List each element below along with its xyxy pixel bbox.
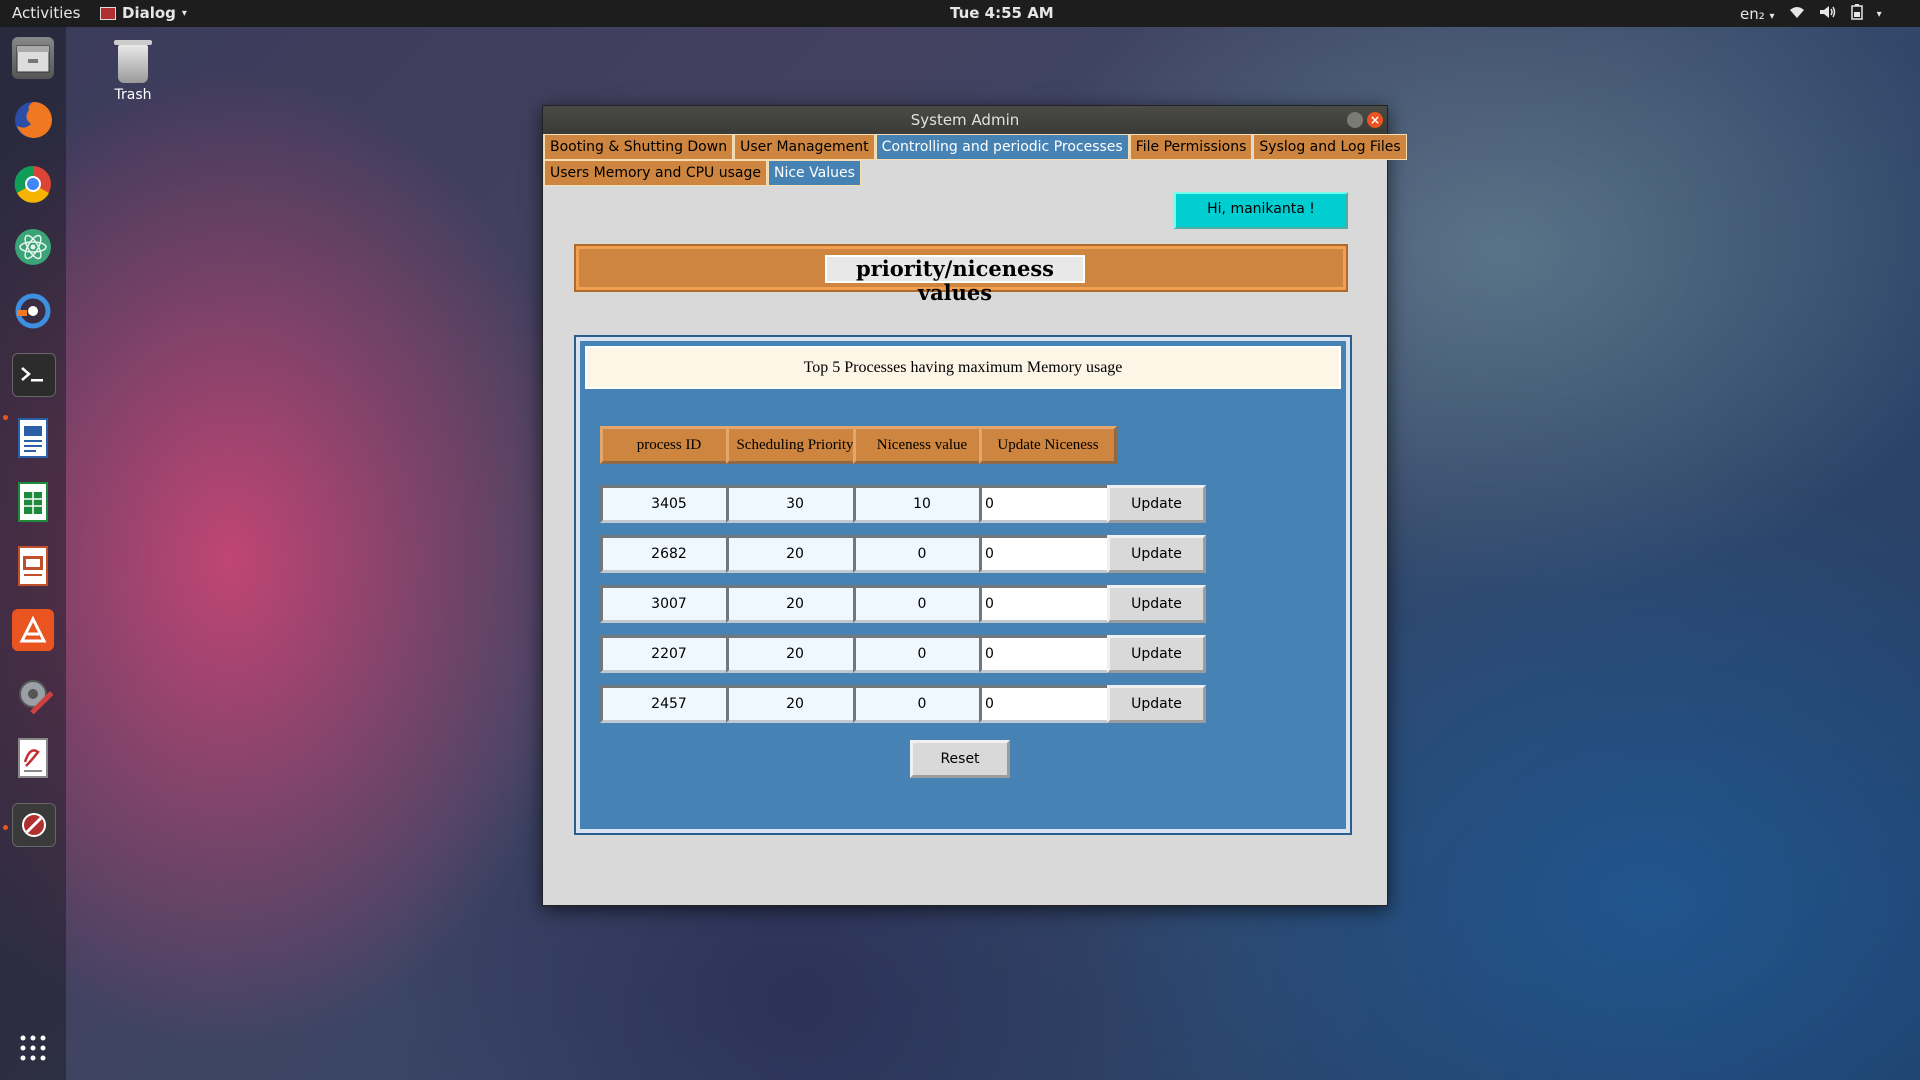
pid-cell: 2682	[600, 535, 738, 573]
update-button[interactable]: Update	[1107, 535, 1206, 573]
column-header-niceness: Niceness value	[853, 426, 991, 464]
panel-caption: Top 5 Processes having maximum Memory us…	[585, 346, 1341, 389]
pid-cell: 2207	[600, 635, 738, 673]
pid-cell: 3007	[600, 585, 738, 623]
chevron-down-icon: ▾	[181, 7, 187, 19]
niceness-input[interactable]	[979, 585, 1117, 623]
activities-button[interactable]: Activities	[12, 4, 80, 22]
blocked-app-icon[interactable]	[12, 803, 56, 847]
impress-icon[interactable]	[12, 545, 54, 587]
dock	[0, 27, 66, 1080]
top-bar: Activities Dialog ▾ Tue 4:55 AM en₂ ▾ ▾	[0, 0, 1920, 27]
niceness-input[interactable]	[979, 485, 1117, 523]
niceness-cell: 0	[853, 535, 991, 573]
column-header-update-niceness: Update Niceness	[979, 426, 1117, 464]
clock[interactable]: Tue 4:55 AM	[950, 4, 1054, 22]
chrome-icon[interactable]	[12, 163, 54, 205]
column-header-priority: Scheduling Priority	[726, 426, 864, 464]
system-tray[interactable]: en₂ ▾ ▾	[1740, 4, 1882, 24]
tab-memory-cpu[interactable]: Users Memory and CPU usage	[544, 160, 767, 186]
app-menu[interactable]: Dialog ▾	[100, 4, 187, 22]
niceness-cell: 0	[853, 585, 991, 623]
tab-row-sub: Users Memory and CPU usage Nice Values	[544, 160, 862, 186]
files-icon[interactable]	[12, 37, 54, 79]
pid-cell: 2457	[600, 685, 738, 723]
page-title: priority/niceness values	[825, 255, 1085, 305]
tab-booting[interactable]: Booting & Shutting Down	[544, 134, 734, 160]
trash-icon	[114, 40, 152, 83]
running-indicator	[3, 415, 8, 420]
settings-icon[interactable]	[12, 673, 54, 715]
close-icon[interactable]: ×	[1367, 112, 1383, 128]
update-button[interactable]: Update	[1107, 485, 1206, 523]
tab-file-permissions[interactable]: File Permissions	[1129, 134, 1253, 160]
process-panel: Top 5 Processes having maximum Memory us…	[574, 335, 1352, 835]
software-center-icon[interactable]	[12, 609, 54, 651]
priority-cell: 20	[726, 535, 864, 573]
dialog-app-icon	[100, 6, 116, 20]
priority-cell: 20	[726, 685, 864, 723]
trash-label: Trash	[114, 87, 152, 103]
terminal-icon[interactable]	[12, 353, 56, 397]
window-title: System Admin	[910, 111, 1020, 129]
update-button[interactable]: Update	[1107, 685, 1206, 723]
niceness-input[interactable]	[979, 535, 1117, 573]
trash-desktop-item[interactable]: Trash	[108, 40, 158, 103]
niceness-cell: 10	[853, 485, 991, 523]
niceness-input[interactable]	[979, 635, 1117, 673]
atom-icon[interactable]	[12, 226, 54, 268]
priority-cell: 20	[726, 635, 864, 673]
update-button[interactable]: Update	[1107, 635, 1206, 673]
battery-icon[interactable]	[1850, 4, 1863, 24]
greeting-button[interactable]: Hi, manikanta !	[1174, 192, 1348, 229]
calc-icon[interactable]	[12, 481, 54, 523]
tab-nice-values[interactable]: Nice Values	[768, 160, 861, 186]
tab-controlling-processes[interactable]: Controlling and periodic Processes	[875, 134, 1129, 160]
firefox-icon[interactable]	[12, 99, 54, 141]
volume-icon[interactable]	[1819, 5, 1837, 23]
minimize-icon[interactable]	[1347, 112, 1363, 128]
chevron-down-icon: ▾	[1769, 11, 1775, 22]
wifi-icon[interactable]	[1789, 5, 1805, 23]
system-admin-window: System Admin × Booting & Shutting Down U…	[542, 105, 1407, 906]
priority-cell: 20	[726, 585, 864, 623]
tab-row-main: Booting & Shutting Down User Management …	[544, 134, 1408, 160]
writer-icon[interactable]	[12, 417, 54, 459]
pid-cell: 3405	[600, 485, 738, 523]
running-indicator	[3, 825, 8, 830]
niceness-cell: 0	[853, 635, 991, 673]
update-button[interactable]: Update	[1107, 585, 1206, 623]
tab-user-management[interactable]: User Management	[734, 134, 875, 160]
priority-cell: 30	[726, 485, 864, 523]
chevron-down-icon[interactable]: ▾	[1877, 9, 1882, 20]
window-titlebar[interactable]: System Admin ×	[543, 106, 1387, 134]
niceness-cell: 0	[853, 685, 991, 723]
app-grid-icon[interactable]	[12, 1027, 54, 1069]
language-indicator[interactable]: en₂ ▾	[1740, 5, 1775, 23]
niceness-input[interactable]	[979, 685, 1117, 723]
text-editor-icon[interactable]	[12, 737, 54, 779]
tab-syslog[interactable]: Syslog and Log Files	[1253, 134, 1407, 160]
app-menu-label: Dialog	[122, 4, 176, 22]
blender-icon[interactable]	[12, 290, 54, 332]
column-header-process-id: process ID	[600, 426, 738, 464]
header-frame: priority/niceness values	[574, 244, 1348, 305]
reset-button[interactable]: Reset	[910, 740, 1010, 778]
language-label: en₂	[1740, 5, 1765, 23]
